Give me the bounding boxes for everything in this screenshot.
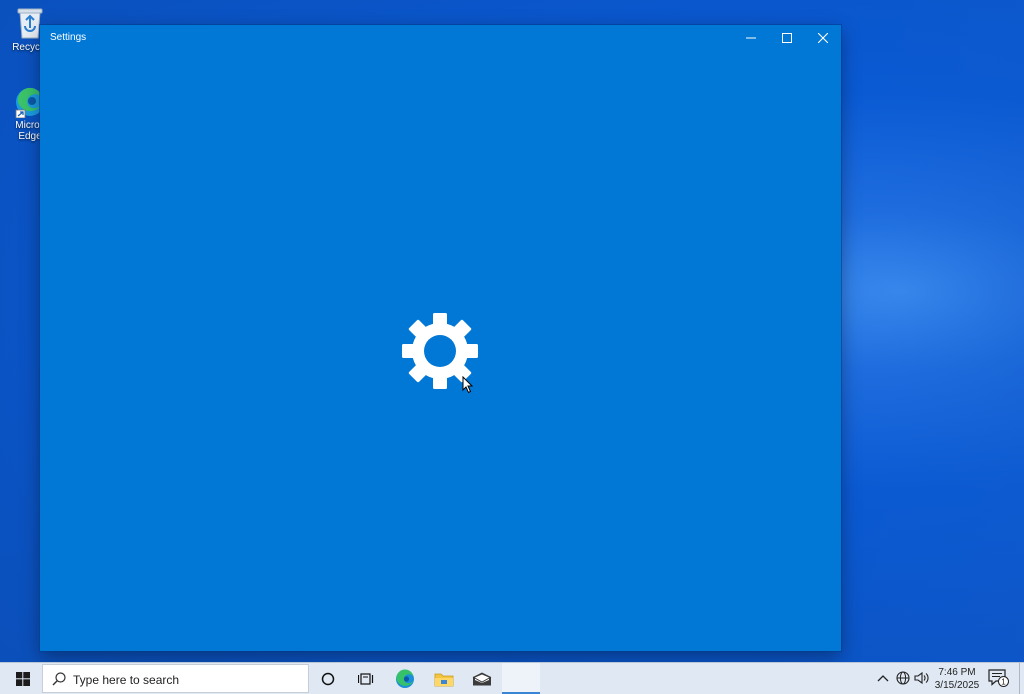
notification-icon: 1 [988,669,1009,687]
task-view-icon [358,672,374,685]
show-desktop-button[interactable] [1019,663,1020,694]
task-view-button[interactable] [347,663,385,694]
file-explorer-icon [434,673,454,686]
title-bar[interactable]: Settings [40,25,841,51]
settings-window[interactable]: Settings [40,25,841,651]
clock-time: 7:46 PM [938,667,976,678]
maximize-icon [782,33,792,43]
notification-count: 1 [1001,678,1006,687]
close-button[interactable] [805,25,841,51]
search-icon [52,672,66,686]
settings-taskbar-button[interactable] [502,663,540,694]
desktop-icon-label: Edge [18,131,42,142]
minimize-icon [746,37,756,39]
minimize-button[interactable] [733,25,769,51]
chevron-up-icon[interactable] [876,671,890,685]
desktop: Recycle Micros Edge Settings Type here t… [0,0,1024,694]
search-placeholder: Type here to search [73,673,180,687]
windows-logo-icon [16,671,30,686]
cortana-icon [321,672,335,685]
mouse-pointer-icon [462,376,474,394]
mail-icon [472,672,492,685]
close-icon [818,33,828,43]
action-center-button[interactable]: 1 [988,669,1010,692]
start-button[interactable] [4,663,42,694]
search-input[interactable]: Type here to search [42,664,309,693]
maximize-button[interactable] [769,25,805,51]
window-title: Settings [50,32,87,43]
volume-icon[interactable] [914,671,930,685]
mail-button[interactable] [463,663,501,694]
cortana-button[interactable] [309,663,347,694]
network-globe-icon[interactable] [896,671,910,685]
file-explorer-button[interactable] [425,663,463,694]
taskbar-edge-button[interactable] [386,663,424,694]
clock[interactable]: 7:46 PM 3/15/2025 [932,666,982,692]
edge-icon [396,668,414,688]
taskbar: Type here to search 7:46 PM 3/15/2025 1 [0,662,1024,694]
clock-date: 3/15/2025 [934,680,980,691]
